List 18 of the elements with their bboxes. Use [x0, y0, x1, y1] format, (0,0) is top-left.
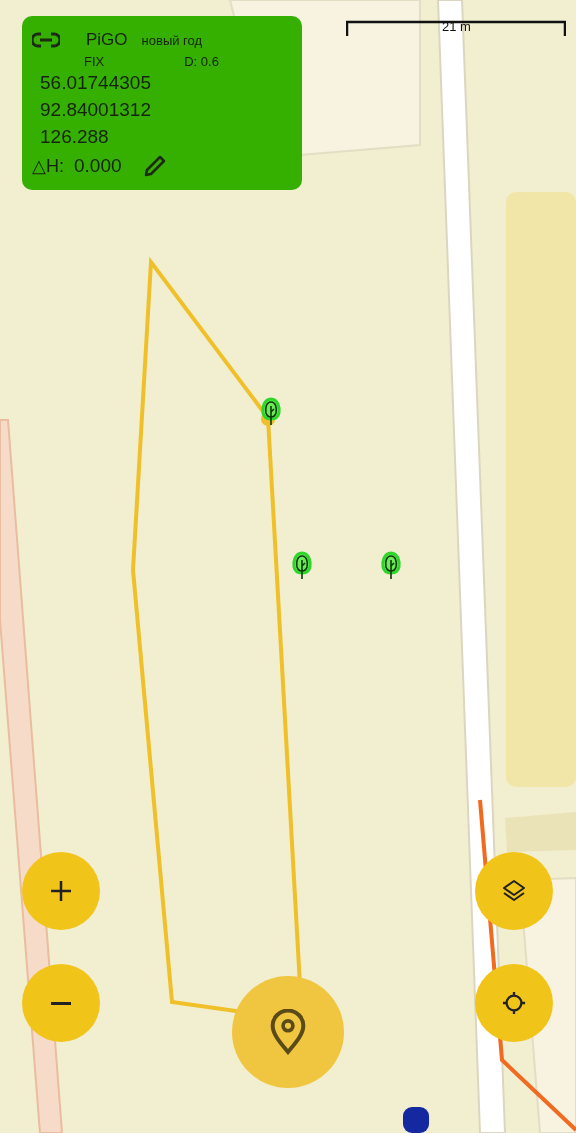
device-name: PiGO: [86, 30, 128, 50]
layers-icon: [502, 879, 526, 903]
tree-icon[interactable]: [292, 551, 312, 580]
tree-icon[interactable]: [381, 551, 401, 580]
height-value: 0.000: [74, 154, 122, 178]
height-label: △H:: [32, 154, 64, 177]
minus-icon: [51, 1001, 71, 1005]
latitude-value: 56.01744305: [40, 71, 152, 95]
altitude-value: 126.288: [40, 125, 110, 149]
plus-icon: [49, 879, 73, 903]
marker-icon[interactable]: [403, 1107, 429, 1133]
location-pin-icon: [269, 1009, 307, 1055]
dop-value: D: 0.6: [184, 54, 219, 69]
longitude-value: 92.84001312: [40, 98, 152, 122]
fix-status: FIX: [84, 54, 105, 69]
link-icon: [32, 32, 60, 48]
project-name: новый год: [141, 32, 203, 48]
crosshair-icon: [502, 991, 526, 1015]
